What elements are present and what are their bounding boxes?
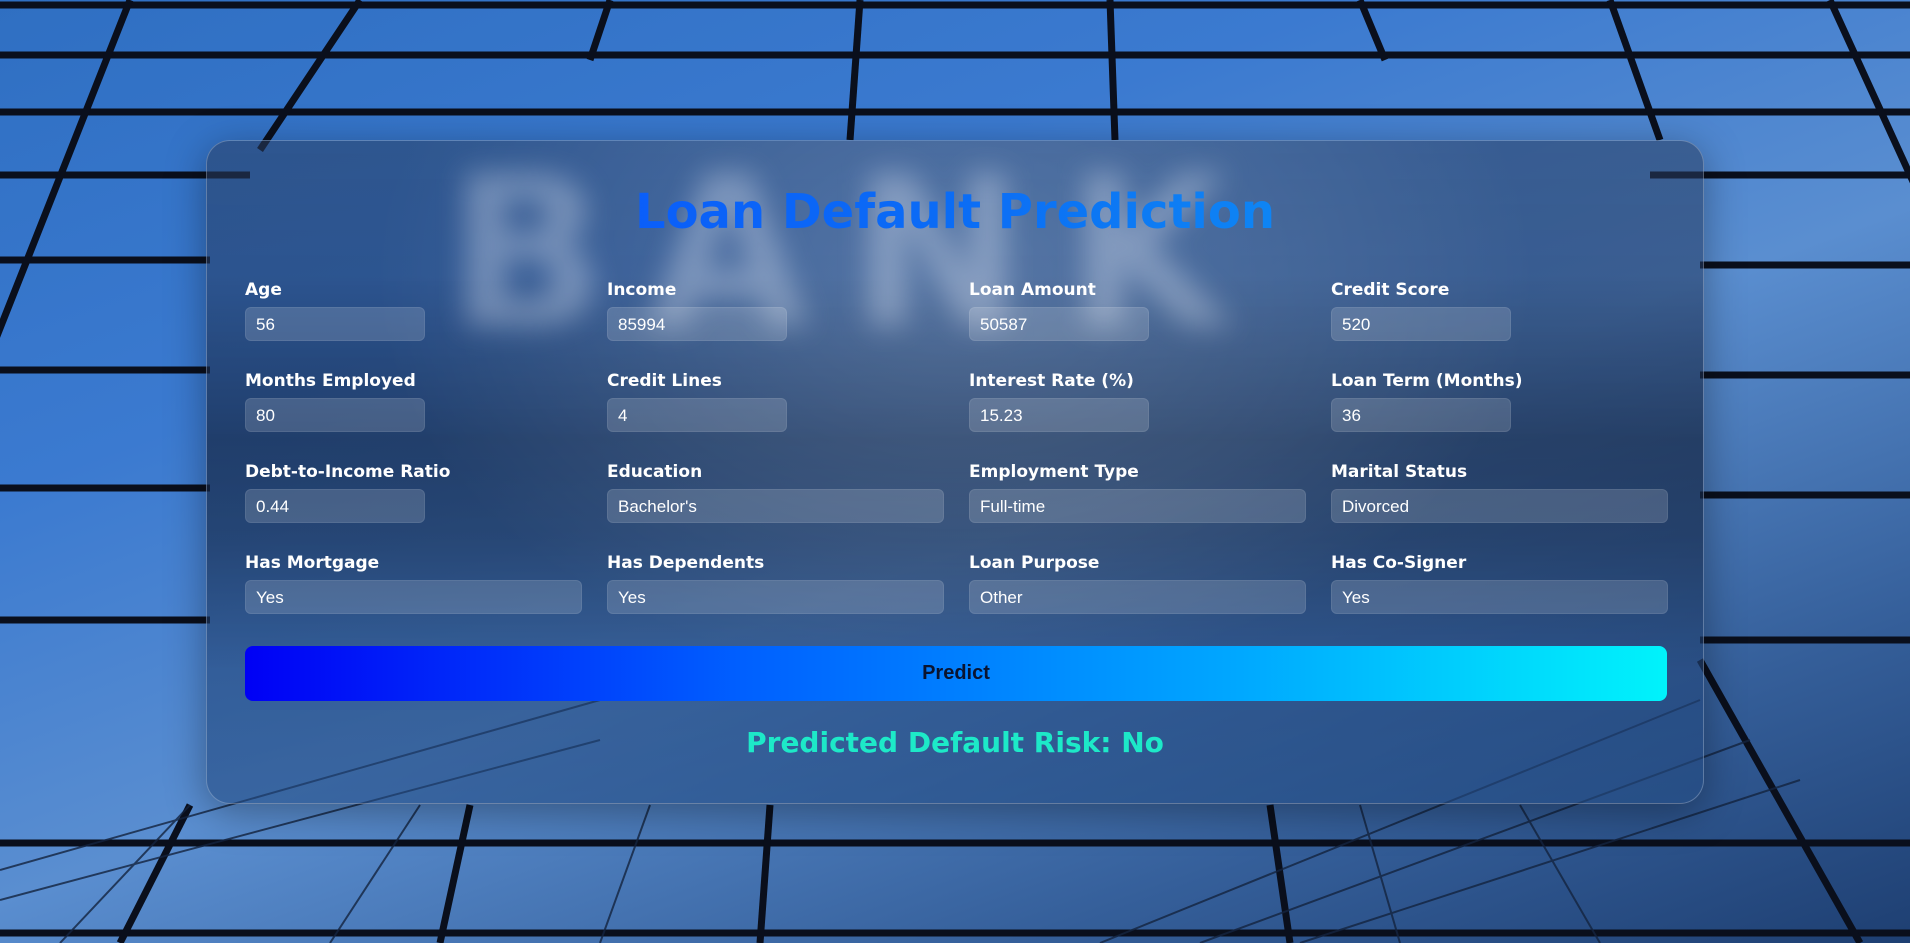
credit-score-input[interactable]: 520	[1331, 307, 1511, 341]
interest-rate-input[interactable]: 15.23	[969, 398, 1149, 432]
field-label: Credit Lines	[607, 371, 722, 391]
debt-to-income-input[interactable]: 0.44	[245, 489, 425, 523]
field-employment-type: Employment Type Full-time	[969, 461, 1306, 523]
field-marital-status: Marital Status Divorced	[1331, 461, 1668, 523]
field-label: Education	[607, 462, 703, 482]
field-loan-term: Loan Term (Months) 36	[1331, 370, 1668, 432]
field-label: Age	[245, 280, 282, 300]
field-label: Debt-to-Income Ratio	[245, 462, 451, 482]
field-education: Education Bachelor's	[607, 461, 944, 523]
prediction-form-card: BANK Loan Default Prediction Age 56 Inco…	[206, 140, 1704, 804]
prediction-result: Predicted Default Risk: No	[746, 726, 1164, 759]
field-income: Income 85994	[607, 279, 944, 341]
predict-button[interactable]: Predict	[245, 646, 1667, 701]
age-input[interactable]: 56	[245, 307, 425, 341]
has-dependents-select[interactable]: Yes	[607, 580, 944, 614]
field-label: Marital Status	[1331, 462, 1468, 482]
has-co-signer-select[interactable]: Yes	[1331, 580, 1668, 614]
months-employed-input[interactable]: 80	[245, 398, 425, 432]
income-input[interactable]: 85994	[607, 307, 787, 341]
field-debt-to-income: Debt-to-Income Ratio 0.44	[245, 461, 582, 523]
field-label: Has Dependents	[607, 553, 765, 573]
field-label: Has Co-Signer	[1331, 553, 1467, 573]
field-loan-amount: Loan Amount 50587	[969, 279, 1306, 341]
has-mortgage-select[interactable]: Yes	[245, 580, 582, 614]
field-has-co-signer: Has Co-Signer Yes	[1331, 552, 1668, 614]
field-has-mortgage: Has Mortgage Yes	[245, 552, 582, 614]
loan-term-input[interactable]: 36	[1331, 398, 1511, 432]
field-label: Has Mortgage	[245, 553, 380, 573]
field-months-employed: Months Employed 80	[245, 370, 582, 432]
field-label: Loan Term (Months)	[1331, 371, 1523, 391]
field-label: Interest Rate (%)	[969, 371, 1134, 391]
marital-status-select[interactable]: Divorced	[1331, 489, 1668, 523]
field-credit-lines: Credit Lines 4	[607, 370, 944, 432]
field-label: Credit Score	[1331, 280, 1450, 300]
field-has-dependents: Has Dependents Yes	[607, 552, 944, 614]
field-label: Months Employed	[245, 371, 416, 391]
field-age: Age 56	[245, 279, 582, 341]
field-loan-purpose: Loan Purpose Other	[969, 552, 1306, 614]
credit-lines-input[interactable]: 4	[607, 398, 787, 432]
field-label: Loan Purpose	[969, 553, 1100, 573]
education-select[interactable]: Bachelor's	[607, 489, 944, 523]
field-label: Income	[607, 280, 677, 300]
page-title: Loan Default Prediction	[207, 184, 1703, 240]
loan-amount-input[interactable]: 50587	[969, 307, 1149, 341]
field-interest-rate: Interest Rate (%) 15.23	[969, 370, 1306, 432]
field-credit-score: Credit Score 520	[1331, 279, 1668, 341]
field-label: Employment Type	[969, 462, 1139, 482]
loan-purpose-select[interactable]: Other	[969, 580, 1306, 614]
employment-type-select[interactable]: Full-time	[969, 489, 1306, 523]
field-label: Loan Amount	[969, 280, 1096, 300]
